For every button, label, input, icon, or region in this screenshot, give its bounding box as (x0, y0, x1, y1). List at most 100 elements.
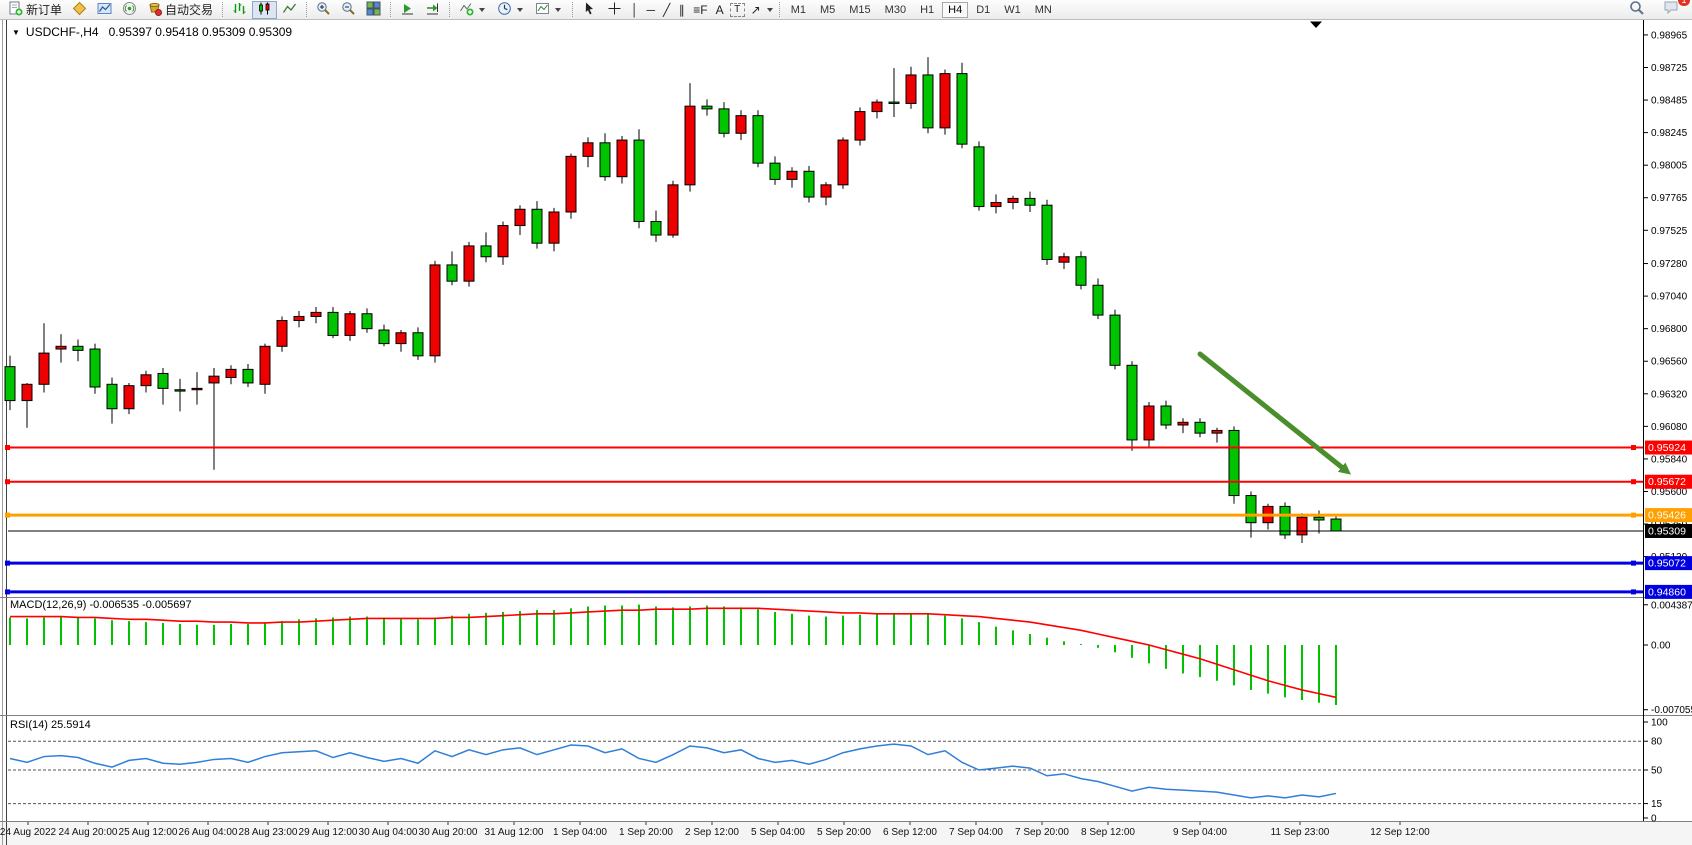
svg-text:0.94860: 0.94860 (1648, 586, 1686, 598)
chart-canvas[interactable]: 0.989650.987250.984850.982450.980050.977… (0, 20, 1692, 845)
price-axis[interactable]: 0.989650.987250.984850.982450.980050.977… (1644, 30, 1692, 824)
crosshair-tool[interactable] (602, 1, 627, 19)
svg-text:9 Sep 04:00: 9 Sep 04:00 (1173, 827, 1227, 838)
svg-text:0.95309: 0.95309 (1648, 525, 1686, 537)
candle-body (1246, 496, 1256, 523)
line-handle[interactable] (5, 445, 10, 450)
toolbar-separator (449, 2, 450, 17)
zoom-in-button[interactable] (311, 1, 336, 19)
candle-body (1178, 422, 1188, 425)
candles-layer[interactable] (5, 57, 1341, 543)
svg-text:0.95924: 0.95924 (1648, 442, 1686, 454)
hline-0.95672[interactable] (5, 479, 1643, 484)
price-tag: 0.95426 (1645, 508, 1692, 522)
svg-text:0.98005: 0.98005 (1651, 161, 1688, 172)
zoom-out-button[interactable] (336, 1, 361, 19)
candle-body (124, 386, 134, 409)
timeframe-m5[interactable]: M5 (814, 2, 841, 18)
symbol-period-label: USDCHF-,H4 (26, 25, 99, 39)
trend-arrow[interactable] (1200, 354, 1344, 469)
candle-body (1314, 517, 1324, 520)
timeframe-m30[interactable]: M30 (879, 2, 912, 18)
tile-windows-icon (366, 1, 381, 19)
svg-text:24 Aug 20:00: 24 Aug 20:00 (59, 827, 118, 838)
line-handle[interactable] (5, 513, 10, 518)
bar-chart-button[interactable] (227, 1, 252, 19)
candle-body (651, 221, 661, 235)
hline-0.95924[interactable] (5, 445, 1643, 450)
svg-text:0.97525: 0.97525 (1651, 226, 1688, 237)
templates-button[interactable] (530, 1, 568, 19)
candle-body (277, 321, 287, 347)
candle-body (175, 390, 185, 391)
fibonacci-retracement-tool[interactable]: ≡F (689, 1, 711, 19)
svg-text:0.95840: 0.95840 (1651, 454, 1688, 465)
auto-trading-button[interactable]: 自动交易 (142, 1, 218, 19)
svg-text:30 Aug 04:00: 30 Aug 04:00 (359, 827, 418, 838)
trendline-tool[interactable]: ╱ (659, 1, 674, 19)
signals-icon (122, 1, 137, 19)
candle-body (260, 346, 270, 384)
timeframe-d1[interactable]: D1 (970, 2, 996, 18)
candle-body (158, 373, 168, 388)
line-handle[interactable] (5, 479, 10, 484)
line-handle[interactable] (1631, 561, 1636, 566)
candle-body (498, 226, 508, 257)
line-handle[interactable] (1631, 479, 1636, 484)
hline-0.94860[interactable] (5, 589, 1643, 594)
timeframe-m1[interactable]: M1 (785, 2, 812, 18)
drawing-tool-group: │─╱∥≡FAT↗ (627, 1, 775, 19)
line-handle[interactable] (1631, 513, 1636, 518)
candle-body (1212, 430, 1222, 433)
macd-histogram (10, 605, 1336, 705)
chart-shift-button[interactable] (420, 1, 445, 19)
periods-button[interactable] (492, 1, 530, 19)
line-handle[interactable] (5, 589, 10, 594)
charts-button[interactable] (92, 1, 117, 19)
candle-body (413, 333, 423, 356)
candle-body (22, 384, 32, 400)
dropdown-caret[interactable] (479, 8, 485, 12)
timeframe-h1[interactable]: H1 (914, 2, 940, 18)
svg-text:0.00: 0.00 (1651, 641, 1671, 652)
line-chart-button[interactable] (277, 1, 302, 19)
line-handle[interactable] (5, 561, 10, 566)
horizontal-line-tool[interactable]: ─ (643, 1, 660, 19)
candle-body (923, 75, 933, 128)
line-handle[interactable] (1631, 445, 1636, 450)
svg-text:0: 0 (1651, 814, 1657, 825)
dropdown-caret[interactable] (767, 8, 773, 12)
timeframe-mn[interactable]: MN (1029, 2, 1058, 18)
cursor-tool[interactable] (577, 1, 602, 19)
dropdown-caret[interactable] (517, 8, 523, 12)
line-handle[interactable] (1631, 589, 1636, 594)
equidistant-channel-tool[interactable]: ∥ (674, 1, 689, 19)
collapse-triangle-icon[interactable]: ▼ (12, 28, 20, 37)
toolbar: 新订单 自动交易 (0, 0, 1692, 20)
candle-body (396, 333, 406, 344)
hline-0.95426[interactable] (5, 513, 1643, 518)
signals-button[interactable] (117, 1, 142, 19)
text-label-tool[interactable]: T (730, 3, 745, 17)
candle-body (141, 375, 151, 386)
new-order-button[interactable]: 新订单 (3, 1, 67, 19)
svg-text:31 Aug 12:00: 31 Aug 12:00 (485, 827, 544, 838)
tile-windows-button[interactable] (361, 1, 386, 19)
arrows-tool[interactable]: ↗ (747, 1, 765, 19)
dropdown-caret[interactable] (555, 8, 561, 12)
auto-scroll-button[interactable] (395, 1, 420, 19)
hline-0.95072[interactable] (5, 561, 1643, 566)
toolbar-separator (572, 2, 573, 17)
text-tool[interactable]: A (712, 1, 728, 19)
candle-body (566, 156, 576, 212)
timeframe-h4[interactable]: H4 (942, 2, 968, 18)
svg-text:26 Aug 04:00: 26 Aug 04:00 (179, 827, 238, 838)
timeframe-w1[interactable]: W1 (998, 2, 1027, 18)
indicators-button[interactable] (454, 1, 492, 19)
search-button[interactable] (1624, 1, 1650, 19)
vertical-line-tool[interactable]: │ (627, 1, 643, 19)
candle-body (1110, 315, 1120, 365)
timeframe-m15[interactable]: M15 (843, 2, 876, 18)
candlestick-chart-button[interactable] (252, 1, 277, 19)
gold-button[interactable] (67, 1, 92, 19)
